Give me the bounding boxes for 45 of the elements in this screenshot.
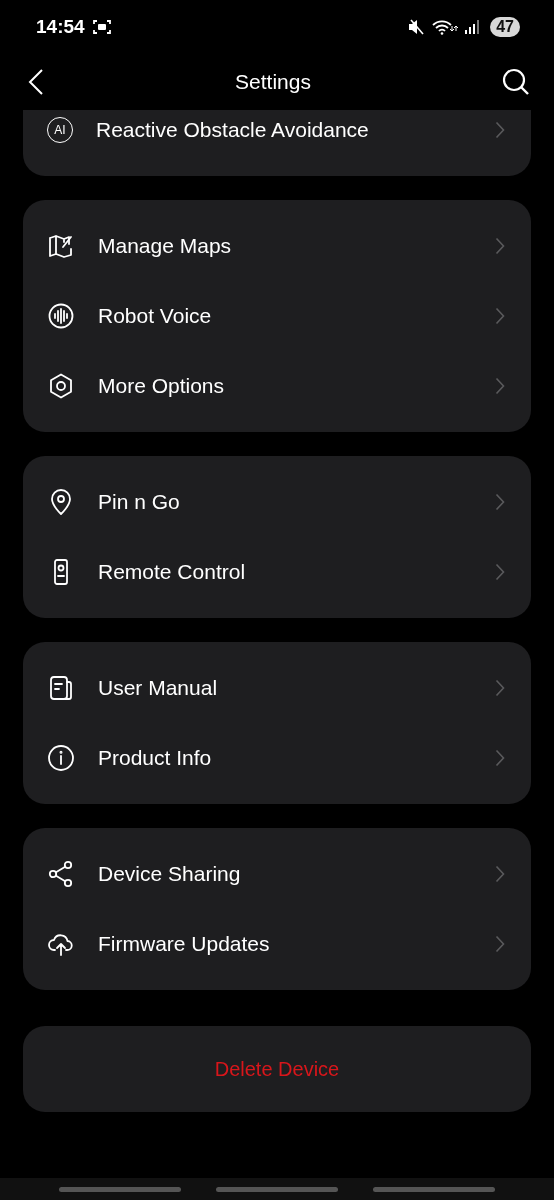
chevron-icon — [495, 307, 505, 325]
item-label: Manage Maps — [98, 234, 233, 258]
wifi-icon — [432, 19, 459, 35]
chevron-icon — [495, 121, 505, 139]
chevron-icon — [495, 865, 505, 883]
item-label: Pin n Go — [98, 490, 181, 514]
settings-item[interactable]: AI Reactive Obstacle Avoidance — [23, 110, 531, 165]
item-label: User Manual — [98, 676, 219, 700]
chevron-icon — [495, 493, 505, 511]
settings-item[interactable]: Device Sharing — [23, 839, 531, 909]
settings-item[interactable]: Manage Maps — [23, 211, 531, 281]
chevron-icon — [495, 237, 505, 255]
map-icon — [47, 232, 75, 260]
info-icon — [47, 744, 75, 772]
hexagon-icon — [47, 372, 75, 400]
settings-item[interactable]: Remote Control — [23, 537, 531, 607]
sound-wave-icon — [47, 302, 75, 330]
settings-item[interactable]: Product Info — [23, 723, 531, 793]
settings-item[interactable]: User Manual — [23, 653, 531, 723]
document-icon — [47, 674, 75, 702]
mute-icon — [408, 19, 427, 35]
chevron-icon — [495, 679, 505, 697]
battery-indicator: 47 — [490, 17, 520, 37]
chevron-icon — [495, 563, 505, 581]
chevron-icon — [495, 935, 505, 953]
item-label: Remote Control — [98, 560, 247, 584]
item-label: Reactive Obstacle Avoidance — [96, 118, 370, 142]
page-title: Settings — [235, 70, 311, 94]
screenshot-icon — [92, 19, 111, 35]
settings-item[interactable]: Firmware Updates — [23, 909, 531, 979]
settings-item[interactable]: Robot Voice — [23, 281, 531, 351]
signal-icon — [464, 19, 481, 35]
item-label: More Options — [98, 374, 226, 398]
item-label: Product Info — [98, 746, 213, 770]
settings-item[interactable]: More Options — [23, 351, 531, 421]
chevron-icon — [495, 377, 505, 395]
search-button[interactable] — [502, 68, 530, 96]
item-label: Device Sharing — [98, 862, 242, 886]
item-label: Robot Voice — [98, 304, 213, 328]
settings-item[interactable]: Pin n Go — [23, 467, 531, 537]
chevron-icon — [495, 749, 505, 767]
item-label: Firmware Updates — [98, 932, 271, 956]
status-time: 14:54 — [36, 16, 85, 38]
share-icon — [47, 860, 75, 888]
back-button[interactable] — [28, 68, 44, 96]
